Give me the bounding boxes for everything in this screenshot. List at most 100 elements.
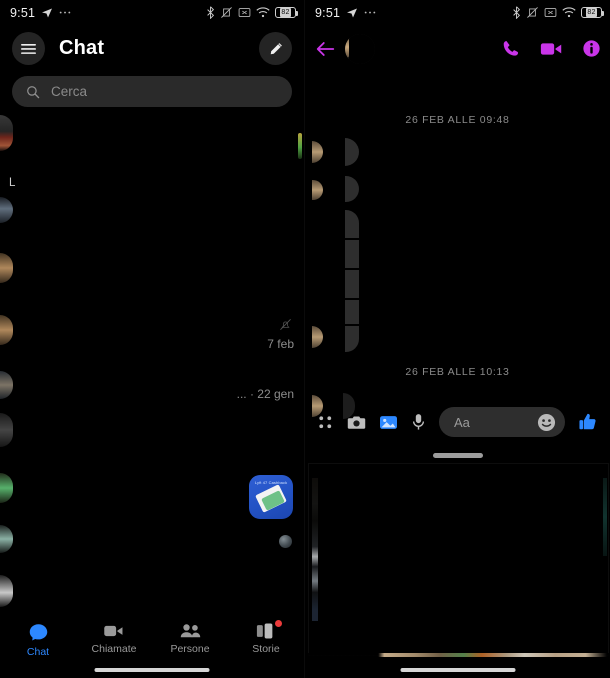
status-time: 9:51 bbox=[315, 5, 341, 20]
nav-item-persone[interactable]: Persone bbox=[152, 622, 228, 655]
app-grid-button[interactable] bbox=[317, 414, 334, 431]
list-item[interactable] bbox=[0, 115, 13, 151]
list-item[interactable] bbox=[0, 575, 13, 607]
nav-item-storie[interactable]: Storie bbox=[228, 620, 304, 655]
conversation-actions bbox=[502, 39, 601, 58]
message-bubble[interactable] bbox=[345, 210, 359, 238]
bell-muted-icon bbox=[279, 318, 292, 336]
gallery-button[interactable] bbox=[379, 414, 398, 431]
search-input[interactable]: Cerca bbox=[12, 76, 292, 107]
message-bubble[interactable] bbox=[345, 326, 359, 352]
app-icon-thumbnail[interactable]: Lyft 47 Cashback bbox=[249, 475, 293, 519]
message-bubble[interactable] bbox=[345, 270, 359, 298]
status-bar-right-group: 82 bbox=[206, 6, 298, 19]
list-item[interactable] bbox=[0, 525, 13, 553]
unread-color-tick bbox=[298, 133, 302, 159]
battery-icon: 82 bbox=[275, 7, 298, 18]
list-item[interactable] bbox=[0, 473, 13, 503]
conversation-info-button[interactable] bbox=[582, 39, 601, 58]
message-input[interactable]: Aa bbox=[439, 407, 565, 437]
media-grid[interactable] bbox=[308, 463, 609, 656]
list-item[interactable] bbox=[0, 315, 13, 345]
vibrate-off-icon bbox=[526, 6, 539, 19]
list-item[interactable] bbox=[0, 253, 13, 283]
microphone-button[interactable] bbox=[411, 413, 426, 431]
status-bar-right: 9:51 82 bbox=[305, 0, 610, 25]
stories-icon bbox=[256, 623, 273, 639]
camera-icon bbox=[347, 416, 366, 429]
nav-label-persone: Persone bbox=[170, 643, 210, 655]
pencil-compose-icon bbox=[270, 42, 282, 54]
camera-button[interactable] bbox=[347, 414, 366, 431]
send-arrow-icon bbox=[41, 7, 53, 19]
message-input-placeholder: Aa bbox=[454, 414, 470, 430]
conversation-panel: 9:51 82 26 FEB ALLE 09:48 26 FEB ALLE 10… bbox=[305, 0, 610, 678]
back-button[interactable] bbox=[316, 41, 335, 57]
phone-call-icon bbox=[503, 41, 519, 56]
home-indicator[interactable] bbox=[400, 668, 515, 672]
chat-bubble-icon bbox=[29, 624, 47, 641]
list-item[interactable] bbox=[0, 197, 13, 223]
status-badge bbox=[275, 620, 282, 627]
chat-list-panel: 9:51 82 Chat Cerca L 7 feb ... · 22 gen … bbox=[0, 0, 305, 678]
video-call-button[interactable] bbox=[540, 41, 563, 57]
chat-list-header: Chat bbox=[0, 25, 304, 72]
bottom-navigation: Chat Chiamate Persone Storie bbox=[0, 616, 304, 678]
list-item[interactable] bbox=[0, 371, 13, 399]
emoji-button[interactable] bbox=[537, 413, 556, 432]
overflow-dots-icon bbox=[364, 10, 376, 15]
battery-icon: 82 bbox=[581, 7, 604, 18]
page-title: Chat bbox=[59, 37, 105, 59]
day-timestamp: 26 FEB ALLE 10:13 bbox=[405, 366, 510, 378]
video-camera-icon bbox=[540, 42, 562, 55]
nav-label-chat: Chat bbox=[26, 646, 50, 658]
message-sender-avatar bbox=[312, 326, 323, 348]
message-bubble[interactable] bbox=[345, 176, 359, 202]
voice-call-button[interactable] bbox=[502, 39, 521, 58]
list-item-letter: L bbox=[9, 177, 16, 189]
message-thread[interactable]: 26 FEB ALLE 09:48 26 FEB ALLE 10:13 bbox=[305, 72, 610, 427]
sheet-drag-handle[interactable] bbox=[432, 453, 483, 458]
message-sender-avatar bbox=[312, 141, 323, 163]
conversation-header bbox=[305, 25, 610, 72]
list-item-timestamp: 7 feb bbox=[267, 337, 294, 351]
send-thumbs-up-button[interactable] bbox=[578, 412, 598, 432]
status-bar-left: 9:51 82 bbox=[0, 0, 304, 25]
nav-label-storie: Storie bbox=[252, 643, 280, 655]
message-bubble[interactable] bbox=[345, 300, 359, 324]
nav-item-chiamate[interactable]: Chiamate bbox=[76, 622, 152, 655]
gallery-icon bbox=[380, 415, 397, 429]
status-time: 9:51 bbox=[10, 5, 36, 20]
back-arrow-icon bbox=[316, 41, 335, 56]
nav-item-chat[interactable]: Chat bbox=[0, 622, 76, 658]
info-circle-icon bbox=[583, 40, 600, 57]
day-timestamp: 26 FEB ALLE 09:48 bbox=[405, 114, 510, 126]
search-icon bbox=[27, 85, 40, 98]
chat-list[interactable]: L 7 feb ... · 22 gen Lyft 47 Cashback bbox=[0, 113, 304, 607]
status-bar-left-group: 9:51 bbox=[10, 6, 71, 20]
hamburger-menu-button[interactable] bbox=[12, 32, 45, 65]
hamburger-menu-icon bbox=[21, 43, 36, 54]
bluetooth-icon bbox=[206, 6, 215, 19]
vibrate-off-icon bbox=[220, 6, 233, 19]
media-picker-sheet[interactable] bbox=[305, 450, 610, 678]
contact-avatar[interactable] bbox=[345, 33, 375, 64]
avatar-redaction bbox=[349, 33, 375, 64]
message-composer: Aa bbox=[305, 400, 610, 444]
battery-level: 82 bbox=[586, 8, 597, 17]
thumbs-up-icon bbox=[579, 413, 596, 430]
sheet-bottom-edge bbox=[305, 653, 610, 657]
search-container: Cerca bbox=[0, 72, 304, 113]
message-bubble[interactable] bbox=[345, 240, 359, 268]
list-item[interactable] bbox=[0, 413, 13, 447]
no-sim-icon bbox=[544, 7, 557, 18]
battery-level: 82 bbox=[280, 8, 291, 17]
list-item-timestamp: ... · 22 gen bbox=[236, 387, 294, 401]
search-placeholder: Cerca bbox=[51, 84, 88, 99]
app-grid-icon bbox=[319, 415, 332, 428]
compose-button[interactable] bbox=[259, 32, 292, 65]
home-indicator[interactable] bbox=[94, 668, 210, 672]
nav-label-chiamate: Chiamate bbox=[91, 643, 137, 655]
media-grid-left-column bbox=[312, 478, 318, 621]
message-bubble[interactable] bbox=[345, 138, 359, 166]
